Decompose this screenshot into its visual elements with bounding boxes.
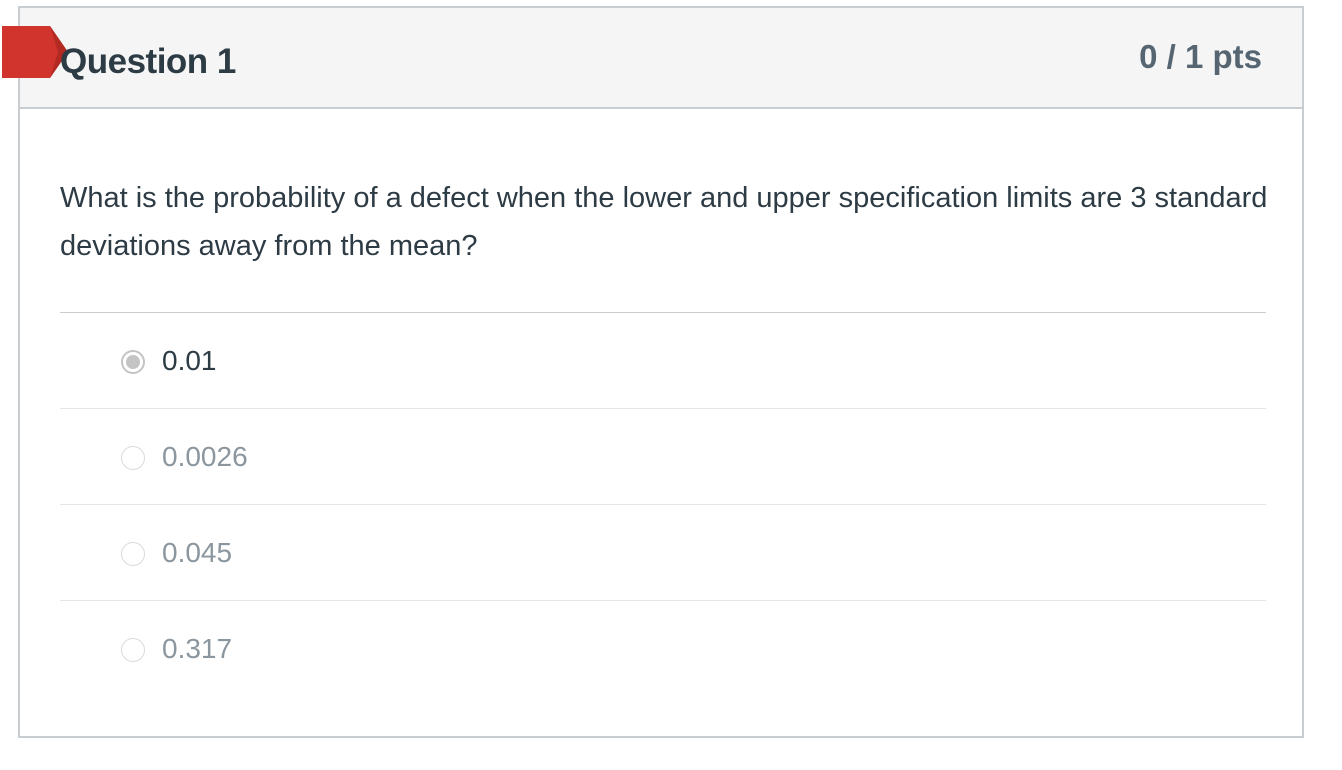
question-text: What is the probability of a defect when… bbox=[60, 182, 1268, 262]
question-title: Question 1 bbox=[60, 42, 236, 81]
radio-button-icon[interactable] bbox=[121, 446, 145, 470]
question-card: Question 1 0 / 1 pts What is the probabi… bbox=[2, 6, 1304, 738]
points-display: 0 / 1 pts bbox=[1139, 38, 1262, 75]
answer-list: 0.01 0.0026 0.045 0.317 bbox=[60, 312, 1266, 697]
answer-option[interactable]: 0.01 bbox=[60, 313, 1266, 409]
radio-button-icon[interactable] bbox=[121, 638, 145, 662]
answer-label: 0.045 bbox=[162, 537, 233, 568]
radio-button-selected-icon[interactable] bbox=[121, 350, 145, 374]
answer-label: 0.317 bbox=[162, 633, 233, 664]
answer-label: 0.0026 bbox=[162, 441, 248, 472]
radio-button-icon[interactable] bbox=[121, 542, 145, 566]
answer-option[interactable]: 0.045 bbox=[60, 505, 1266, 601]
answer-option[interactable]: 0.0026 bbox=[60, 409, 1266, 505]
answer-option[interactable]: 0.317 bbox=[60, 601, 1266, 697]
question-header: Question 1 0 / 1 pts bbox=[2, 8, 1302, 109]
answer-label: 0.01 bbox=[162, 345, 217, 376]
